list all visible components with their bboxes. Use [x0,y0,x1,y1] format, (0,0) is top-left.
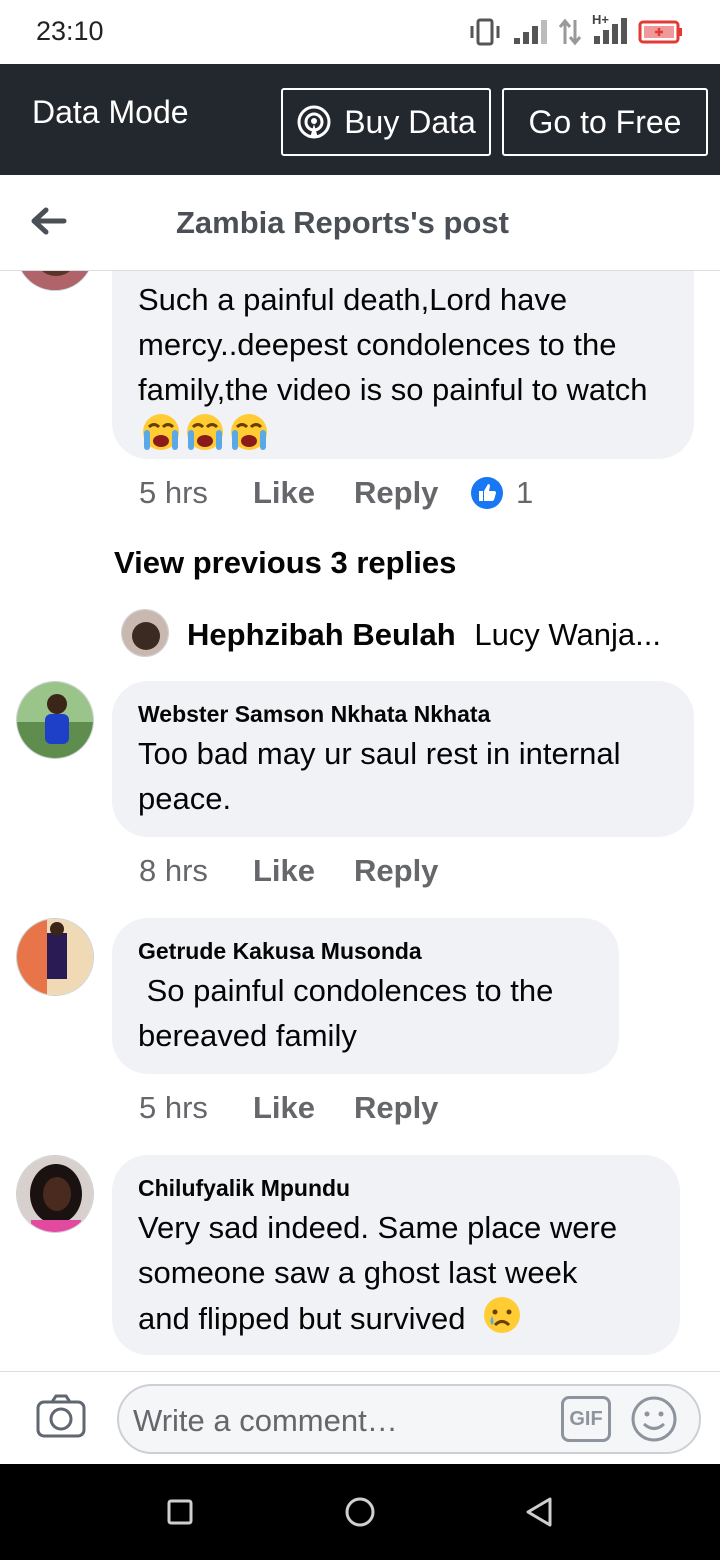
like-button[interactable]: Like [253,1090,354,1126]
reply-preview[interactable]: Hephzibah Beulah Lucy Wanja... [187,617,661,653]
comment-text-line: and flipped but survived [138,1301,466,1336]
vibrate-icon [470,18,500,46]
comment-text-line: someone saw a ghost last week [138,1255,578,1290]
comment-meta: 8 hrs Like Reply [139,853,462,889]
comment-text-line: So painful condolences to the [138,973,554,1008]
post-header: Zambia Reports's post [0,175,720,271]
avatar[interactable] [16,681,94,759]
status-time: 23:10 [36,16,104,46]
comment-text-line: peace. [138,781,232,816]
avatar[interactable] [16,1155,94,1233]
camera-icon[interactable] [36,1394,86,1438]
status-bar: 23:10 H+ [0,0,720,64]
comments-feed[interactable]: Such a painful death,Lord have mercy..de… [0,271,720,1371]
reply-button[interactable]: Reply [354,853,462,889]
buy-data-label: Buy Data [344,103,476,140]
signal-icon [514,20,547,44]
comment-text-body: Such a painful death,Lord have mercy..de… [138,282,648,407]
comment-placeholder: Write a comment… [133,1403,398,1438]
data-mode-bar: Data Mode Buy Data Go to Free [0,64,720,175]
comment-text-line-with-emoji: and flipped but survived [138,1295,654,1341]
comment-bubble[interactable]: Such a painful death,Lord have mercy..de… [112,271,694,459]
signal-icon-2 [594,18,627,44]
comment-bubble[interactable]: Getrude Kakusa Musonda So painful condol… [112,918,619,1074]
crying-face-icon [484,1297,521,1333]
reply-avatar[interactable] [121,609,169,657]
comment-bubble[interactable]: Chilufyalik Mpundu Very sad indeed. Same… [112,1155,680,1355]
like-reaction-icon [471,477,503,509]
comment-text-line: Very sad indeed. Same place were [138,1210,618,1245]
like-button[interactable]: Like [253,853,354,889]
avatar[interactable] [16,271,94,291]
avatar-photo [17,919,93,995]
avatar-photo [17,682,93,758]
go-to-free-label: Go to Free [528,103,682,140]
comment-text: Such a painful death,Lord have mercy..de… [138,277,678,458]
home-icon[interactable] [344,1496,376,1528]
avatar-photo [122,610,168,656]
comment-time: 8 hrs [139,853,208,888]
comment-meta: 5 hrs Like Reply 1 [139,475,533,511]
like-button[interactable]: Like [253,475,354,511]
avatar[interactable] [16,918,94,996]
reply-text: Lucy Wanja... [474,617,661,652]
status-icons: H+ [468,12,684,48]
loudly-crying-face-icon [187,414,223,450]
comment-time: 5 hrs [139,1090,208,1125]
reply-button[interactable]: Reply [354,1090,462,1126]
system-nav-bar [0,1464,720,1560]
comment-author[interactable]: Webster Samson Nkhata Nkhata [138,701,668,727]
reply-button[interactable]: Reply [354,475,462,511]
battery-icon [638,20,682,44]
network-signal: H+ [592,12,628,46]
loudly-crying-face-icon [231,414,267,450]
comment-time: 5 hrs [139,475,208,510]
data-transfer-icon [558,18,582,46]
reaction-count: 1 [516,475,534,510]
comment-bubble[interactable]: Webster Samson Nkhata Nkhata Too bad may… [112,681,694,837]
comment-input[interactable]: Write a comment… GIF [117,1384,701,1454]
comment-text-line: bereaved family [138,1018,357,1053]
broadcast-icon [297,105,331,139]
reply-author: Hephzibah Beulah [187,617,456,652]
avatar-photo [17,1156,93,1232]
comment-author[interactable]: Getrude Kakusa Musonda [138,938,593,964]
recent-apps-icon[interactable] [166,1498,194,1526]
avatar-photo [17,271,93,290]
view-previous-replies-link[interactable]: View previous 3 replies [114,545,456,581]
buy-data-button[interactable]: Buy Data [281,88,491,156]
comment-text-line: Too bad may ur saul rest in internal [138,736,621,771]
emoji-smile-icon[interactable] [629,1394,679,1444]
gif-icon[interactable]: GIF [561,1396,611,1442]
page-title: Zambia Reports's post [176,205,509,240]
comment-author[interactable]: Chilufyalik Mpundu [138,1175,654,1201]
back-arrow-icon[interactable] [28,201,68,241]
go-to-free-button[interactable]: Go to Free [502,88,708,156]
back-triangle-icon[interactable] [524,1496,554,1528]
gif-label: GIF [569,1407,603,1430]
data-mode-label: Data Mode [32,94,189,130]
comment-meta: 5 hrs Like Reply [139,1090,462,1126]
loudly-crying-face-icon [143,414,179,450]
comment-composer: Write a comment… GIF [0,1371,720,1464]
